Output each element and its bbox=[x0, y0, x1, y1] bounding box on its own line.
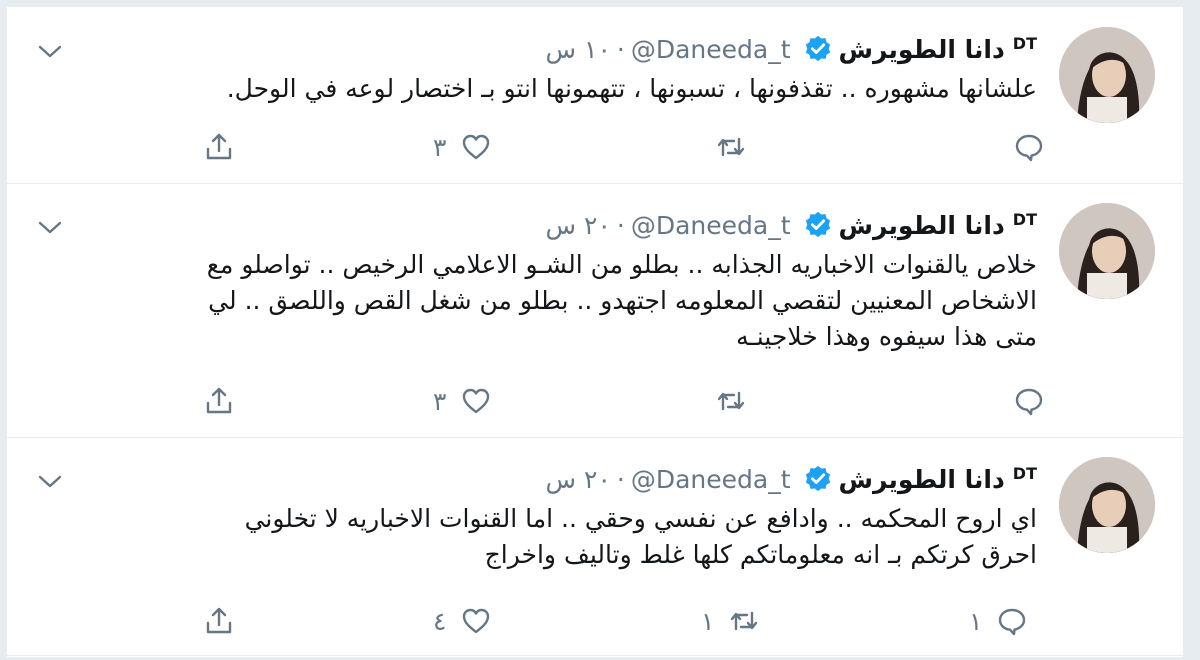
tweet-card[interactable]: DT دانا الطويرش @Daneeda_t · ٢٠ س خلاص ي… bbox=[7, 183, 1183, 438]
handle[interactable]: @Daneeda_t bbox=[631, 211, 791, 240]
handle[interactable]: @Daneeda_t bbox=[631, 465, 791, 494]
reply-button[interactable] bbox=[999, 127, 1045, 167]
display-name[interactable]: دانا الطويرش bbox=[839, 465, 1005, 494]
retweet-icon bbox=[717, 391, 745, 411]
verified-badge-icon bbox=[805, 465, 830, 492]
separator-dot: · bbox=[616, 34, 625, 64]
reply-bubble-icon bbox=[1015, 388, 1043, 416]
tweet-card[interactable]: DT دانا الطويرش @Daneeda_t · ٢٠ س اي ارو… bbox=[7, 437, 1183, 656]
name-tag: DT bbox=[1012, 463, 1037, 483]
heart-icon bbox=[463, 134, 490, 160]
reply-button[interactable] bbox=[999, 381, 1045, 421]
retweet-icon bbox=[717, 137, 745, 157]
avatar[interactable] bbox=[1059, 457, 1155, 553]
like-button[interactable]: ٤ bbox=[433, 601, 492, 641]
tweet-timeline: DT دانا الطويرش @Daneeda_t · ١٠ س علشانه… bbox=[6, 6, 1184, 658]
avatar[interactable] bbox=[1059, 27, 1155, 123]
separator-dot: · bbox=[616, 464, 625, 494]
tweet-actions: ٣ bbox=[7, 381, 1183, 421]
name-tag: DT bbox=[1012, 33, 1037, 53]
like-count: ٤ bbox=[433, 606, 447, 636]
like-button[interactable]: ٣ bbox=[433, 381, 492, 421]
like-button[interactable]: ٣ bbox=[433, 127, 492, 167]
tweet-text-line: متى هذا سيفوه وهذا خلاجينـه bbox=[736, 322, 1037, 351]
verified-badge-icon bbox=[805, 211, 830, 238]
reply-count: ١ bbox=[969, 606, 983, 636]
share-button[interactable] bbox=[203, 127, 235, 167]
heart-icon bbox=[463, 388, 490, 414]
display-name[interactable]: دانا الطويرش bbox=[839, 35, 1005, 64]
timestamp[interactable]: ٢٠ س bbox=[546, 211, 611, 240]
share-upload-icon bbox=[206, 387, 232, 414]
retweet-button[interactable] bbox=[701, 381, 747, 421]
share-button[interactable] bbox=[203, 381, 235, 421]
chevron-down-icon[interactable] bbox=[37, 219, 63, 237]
verified-badge-icon bbox=[805, 35, 830, 62]
tweet-actions: ٣ bbox=[7, 127, 1183, 167]
retweet-count: ١ bbox=[701, 606, 715, 636]
retweet-button[interactable] bbox=[701, 127, 747, 167]
timestamp[interactable]: ١٠ س bbox=[546, 35, 611, 64]
tweet-header: DT دانا الطويرش @Daneeda_t · ٢٠ س bbox=[546, 209, 1037, 241]
tweet-header: DT دانا الطويرش @Daneeda_t · ١٠ س bbox=[546, 33, 1037, 65]
tweet-text-line: علشانها مشهوره .. تقذفونها ، تسبونها ، ت… bbox=[226, 74, 1037, 103]
share-upload-icon bbox=[206, 133, 232, 160]
display-name[interactable]: دانا الطويرش bbox=[839, 211, 1005, 240]
share-button[interactable] bbox=[203, 601, 235, 641]
reply-button[interactable]: ١ bbox=[969, 601, 1028, 641]
chevron-down-icon[interactable] bbox=[37, 43, 63, 61]
tweet-text: خلاص يالقنوات الاخباريه الجذابه .. بطلو … bbox=[37, 247, 1037, 355]
retweet-icon bbox=[731, 611, 758, 631]
tweet-actions: ١ ١ ٤ bbox=[7, 601, 1183, 641]
like-count: ٣ bbox=[433, 386, 447, 416]
name-tag: DT bbox=[1012, 209, 1037, 229]
reply-bubble-icon bbox=[1015, 134, 1043, 162]
reply-bubble-icon bbox=[999, 608, 1026, 636]
timestamp[interactable]: ٢٠ س bbox=[546, 465, 611, 494]
like-count: ٣ bbox=[433, 132, 447, 162]
tweet-text-line: خلاص يالقنوات الاخباريه الجذابه .. بطلو … bbox=[206, 250, 1037, 279]
tweet-text: اي اروح المحكمه .. وادافع عن نفسي وحقي .… bbox=[37, 501, 1037, 573]
chevron-down-icon[interactable] bbox=[37, 473, 63, 491]
tweet-card[interactable]: DT دانا الطويرش @Daneeda_t · ١٠ س علشانه… bbox=[7, 7, 1183, 184]
avatar[interactable] bbox=[1059, 203, 1155, 299]
tweet-text-line: احرق كرتكم بـ انه معلوماتكم كلها غلط وتا… bbox=[484, 540, 1037, 569]
separator-dot: · bbox=[616, 210, 625, 240]
share-upload-icon bbox=[206, 607, 232, 634]
tweet-text-line: اي اروح المحكمه .. وادافع عن نفسي وحقي .… bbox=[244, 504, 1037, 533]
retweet-button[interactable]: ١ bbox=[701, 601, 760, 641]
handle[interactable]: @Daneeda_t bbox=[631, 35, 791, 64]
tweet-header: DT دانا الطويرش @Daneeda_t · ٢٠ س bbox=[546, 463, 1037, 495]
heart-icon bbox=[463, 608, 490, 634]
tweet-text: علشانها مشهوره .. تقذفونها ، تسبونها ، ت… bbox=[37, 71, 1037, 107]
tweet-text-line: الاشخاص المعنيين لتقصي المعلومه اجتهدو .… bbox=[208, 286, 1037, 315]
